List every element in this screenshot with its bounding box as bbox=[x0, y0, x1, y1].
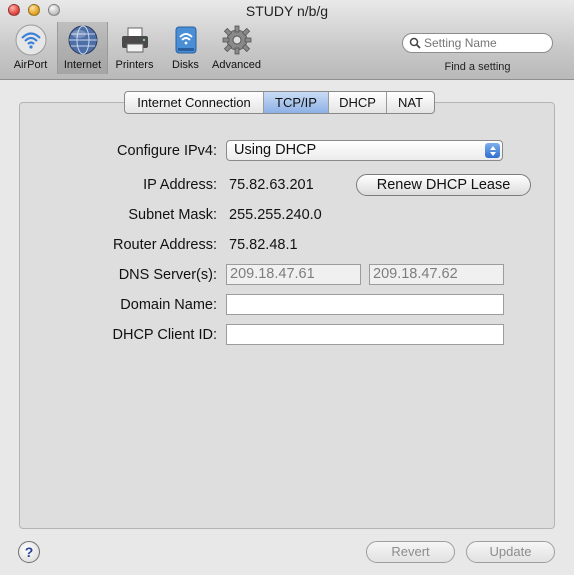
toolbar: AirPort Internet Printers Disks Advanced bbox=[6, 22, 261, 74]
dns-server-secondary-field[interactable]: 209.18.47.62 bbox=[369, 264, 504, 285]
subnet-mask-value: 255.255.240.0 bbox=[229, 207, 322, 223]
tab-nat[interactable]: NAT bbox=[387, 92, 434, 113]
subnet-mask-label: Subnet Mask: bbox=[128, 207, 217, 223]
popup-arrows-icon bbox=[485, 143, 500, 158]
internet-globe-icon bbox=[67, 24, 99, 56]
dhcp-client-id-field[interactable] bbox=[226, 324, 504, 345]
configure-ipv4-value: Using DHCP bbox=[234, 142, 317, 158]
window-title: STUDY n/b/g bbox=[245, 3, 329, 19]
search-field[interactable] bbox=[402, 33, 553, 53]
dhcp-client-id-label: DHCP Client ID: bbox=[112, 327, 217, 343]
domain-name-label: Domain Name: bbox=[120, 297, 217, 313]
toolbar-label: Printers bbox=[115, 59, 154, 71]
toolbar-printers[interactable]: Printers bbox=[110, 24, 159, 74]
search-caption: Find a setting bbox=[444, 61, 511, 73]
renew-dhcp-lease-button[interactable]: Renew DHCP Lease bbox=[356, 174, 531, 196]
toolbar-label: Advanced bbox=[212, 59, 261, 71]
toolbar-label: AirPort bbox=[13, 59, 48, 71]
tcpip-panel bbox=[19, 102, 555, 529]
search-input[interactable] bbox=[422, 36, 544, 50]
ip-address-value: 75.82.63.201 bbox=[229, 177, 314, 193]
configure-ipv4-label: Configure IPv4: bbox=[117, 143, 217, 159]
tab-bar: Internet Connection TCP/IP DHCP NAT bbox=[124, 91, 435, 114]
toolbar-internet[interactable]: Internet bbox=[57, 22, 108, 74]
router-address-label: Router Address: bbox=[113, 237, 217, 253]
printer-icon bbox=[119, 24, 151, 56]
toolbar-label: Disks bbox=[172, 59, 199, 71]
update-button[interactable]: Update bbox=[466, 541, 555, 563]
domain-name-field[interactable] bbox=[226, 294, 504, 315]
revert-button[interactable]: Revert bbox=[366, 541, 455, 563]
toolbar-airport[interactable]: AirPort bbox=[6, 24, 55, 74]
configure-ipv4-popup[interactable]: Using DHCP bbox=[226, 140, 503, 161]
tab-internet-connection[interactable]: Internet Connection bbox=[125, 92, 264, 113]
toolbar-advanced[interactable]: Advanced bbox=[212, 24, 261, 74]
tab-tcpip[interactable]: TCP/IP bbox=[264, 92, 329, 113]
disk-icon bbox=[170, 24, 202, 56]
help-button[interactable]: ? bbox=[18, 541, 40, 563]
dns-servers-label: DNS Server(s): bbox=[118, 267, 217, 283]
search-icon bbox=[408, 36, 422, 50]
window-chrome: STUDY n/b/g AirPort Internet Printers Di… bbox=[0, 0, 574, 80]
router-address-value: 75.82.48.1 bbox=[229, 237, 298, 253]
dns-server-primary-field[interactable]: 209.18.47.61 bbox=[226, 264, 361, 285]
toolbar-disks[interactable]: Disks bbox=[161, 24, 210, 74]
toolbar-label: Internet bbox=[63, 59, 102, 71]
ip-address-label: IP Address: bbox=[143, 177, 217, 193]
airport-icon bbox=[15, 24, 47, 56]
gear-icon bbox=[221, 24, 253, 56]
tab-dhcp[interactable]: DHCP bbox=[329, 92, 387, 113]
